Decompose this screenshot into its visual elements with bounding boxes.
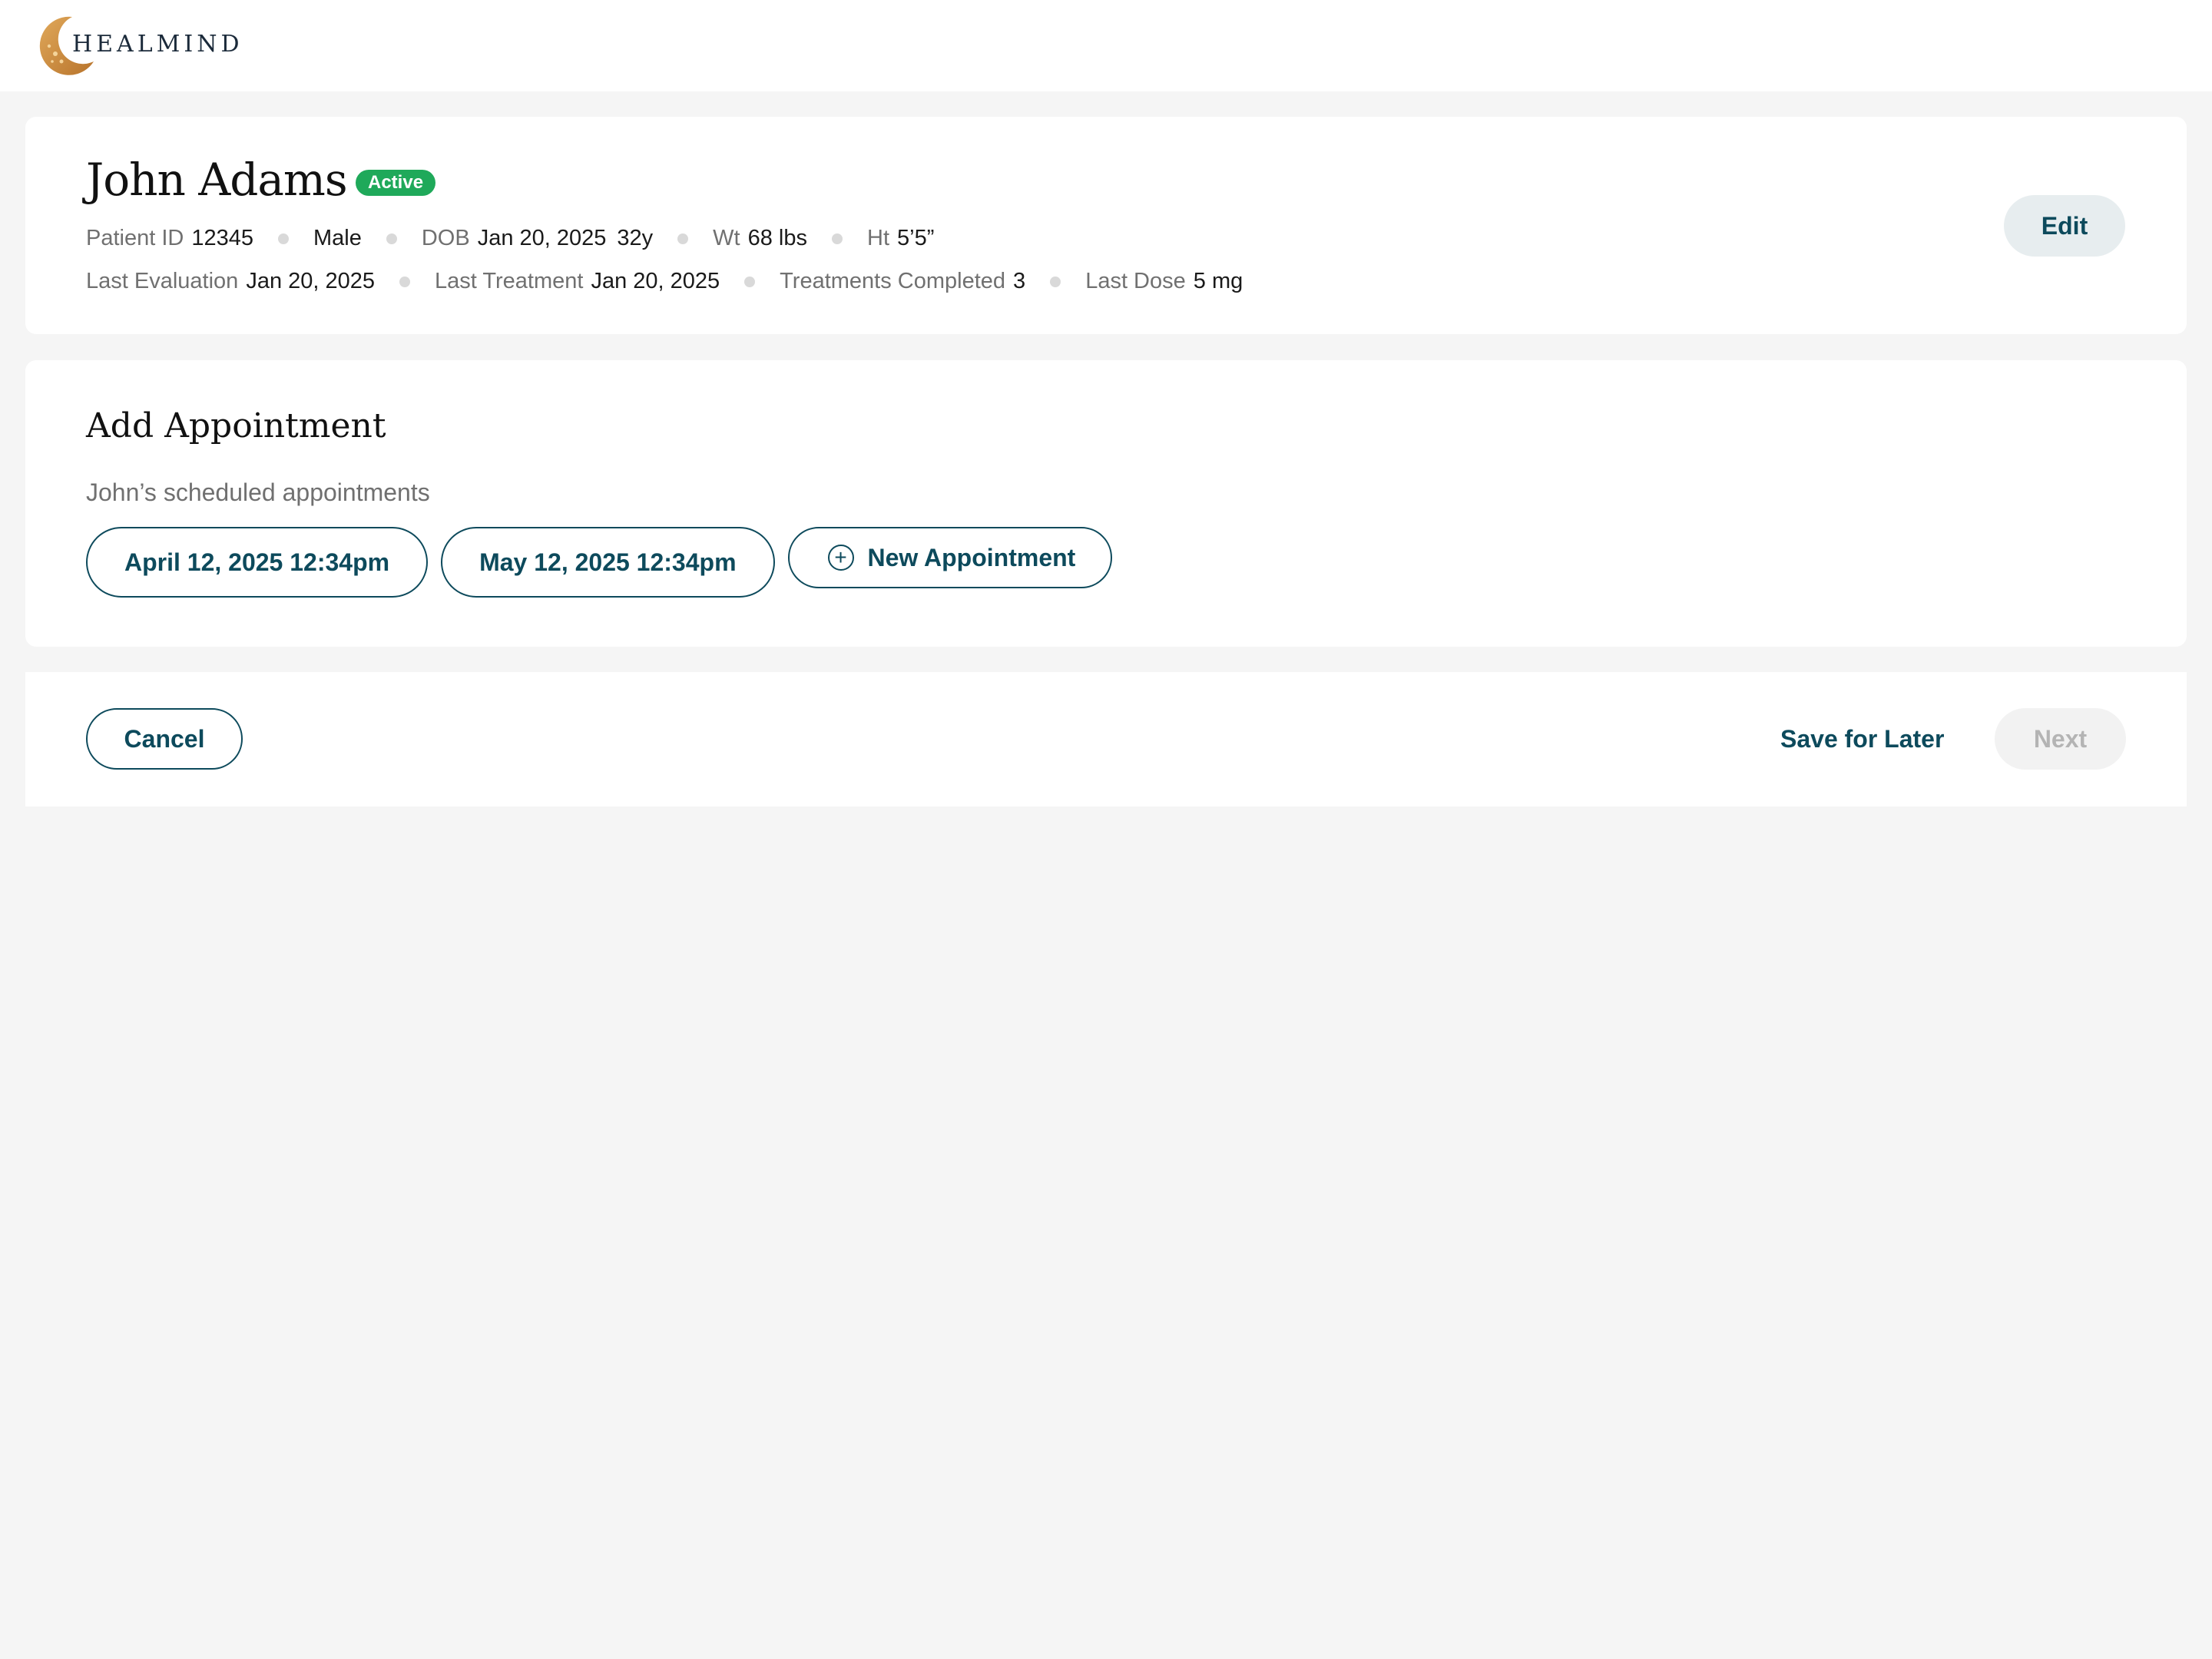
status-badge: Active bbox=[356, 170, 436, 196]
separator-dot bbox=[399, 276, 411, 287]
treatments-completed-label: Treatments Completed bbox=[780, 269, 1006, 293]
separator-dot bbox=[677, 233, 689, 244]
separator-dot bbox=[278, 233, 289, 244]
last-treatment-label: Last Treatment bbox=[435, 269, 584, 293]
save-for-later-button[interactable]: Save for Later bbox=[1757, 708, 1967, 770]
dob-label: DOB bbox=[421, 226, 470, 250]
add-appointment-card: Add Appointment John’s scheduled appoint… bbox=[25, 360, 2187, 647]
separator-dot bbox=[832, 233, 843, 244]
appointment-list: April 12, 2025 12:34pm May 12, 2025 12:3… bbox=[86, 527, 1113, 598]
separator-dot bbox=[386, 233, 397, 244]
last-treatment-value: Jan 20, 2025 bbox=[591, 269, 720, 293]
healmind-logo[interactable]: HEALMIND bbox=[32, 14, 240, 78]
treatment-meta-row: Last Evaluation Jan 20, 2025 Last Treatm… bbox=[86, 269, 1243, 294]
next-button[interactable]: Next bbox=[1995, 708, 2126, 770]
height-label: Ht bbox=[867, 226, 889, 250]
brand-name: HEALMIND bbox=[72, 31, 243, 58]
separator-dot bbox=[744, 276, 756, 287]
patient-id-label: Patient ID bbox=[86, 226, 184, 250]
patient-name: John Adams bbox=[86, 154, 348, 206]
scheduled-appointments-label: John’s scheduled appointments bbox=[86, 478, 430, 506]
treatments-completed-value: 3 bbox=[1013, 269, 1026, 293]
cancel-button[interactable]: Cancel bbox=[86, 708, 243, 770]
age-value: 32y bbox=[617, 226, 654, 250]
action-footer: Cancel Save for Later Next bbox=[25, 672, 2187, 806]
new-appointment-button[interactable]: + New Appointment bbox=[787, 527, 1113, 588]
top-bar: HEALMIND bbox=[0, 0, 2212, 91]
weight-label: Wt bbox=[713, 226, 740, 250]
separator-dot bbox=[1050, 276, 1061, 287]
appointment-chip[interactable]: April 12, 2025 12:34pm bbox=[86, 527, 429, 598]
edit-button[interactable]: Edit bbox=[2004, 195, 2125, 257]
patient-summary-card: John Adams Active Patient ID 12345 Male … bbox=[25, 117, 2187, 334]
last-dose-value: 5 mg bbox=[1193, 269, 1243, 293]
weight-value: 68 lbs bbox=[747, 226, 807, 250]
patient-meta-row: Patient ID 12345 Male DOB Jan 20, 2025 3… bbox=[86, 226, 934, 251]
appointment-chip[interactable]: May 12, 2025 12:34pm bbox=[441, 527, 775, 598]
patient-id-value: 12345 bbox=[191, 226, 253, 250]
new-appointment-label: New Appointment bbox=[867, 543, 1076, 571]
height-value: 5’5” bbox=[897, 226, 935, 250]
last-evaluation-value: Jan 20, 2025 bbox=[246, 269, 376, 293]
plus-circle-icon: + bbox=[827, 545, 854, 571]
last-dose-label: Last Dose bbox=[1085, 269, 1186, 293]
section-title: Add Appointment bbox=[86, 406, 386, 445]
patient-sex: Male bbox=[313, 226, 362, 250]
last-evaluation-label: Last Evaluation bbox=[86, 269, 239, 293]
dob-value: Jan 20, 2025 bbox=[477, 226, 607, 250]
